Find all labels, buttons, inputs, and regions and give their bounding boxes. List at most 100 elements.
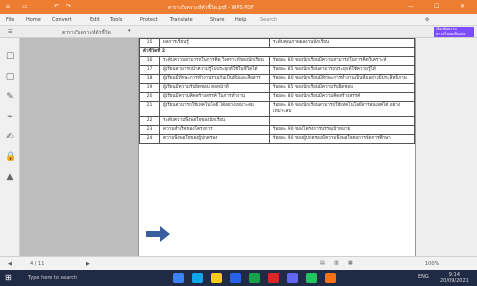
row-number: 24 — [139, 134, 160, 144]
warning-icon[interactable]: ▲ — [5, 172, 15, 182]
translate-tooltip[interactable]: เลือกข้อความ ดาวน์โหลดเพื่อแปล — [434, 27, 474, 37]
menu-edit[interactable]: Edit — [90, 17, 100, 23]
comment-icon[interactable]: ✎ — [5, 92, 15, 102]
row-desc: ระดับคุณภาพผลงานนักเรียน — [269, 38, 415, 48]
table-row: 15 ผลการเรียนรู้ ระดับคุณภาพผลงานนักเรีย… — [139, 38, 415, 48]
fit-width-icon[interactable]: ▦ — [348, 260, 353, 266]
table-row: 23 ความสำเร็จของโครงการ ร้อยละ 90 ของโครงก… — [139, 125, 415, 135]
menu-bar: File Home Convert Edit Tools Protect Tra… — [0, 14, 477, 26]
data-table: 15 ผลการเรียนรู้ ระดับคุณภาพผลงานนักเรีย… — [139, 38, 415, 144]
bookmark-icon[interactable]: ☐ — [5, 52, 15, 62]
chrome-icon[interactable] — [306, 273, 317, 283]
row-name: ผู้เรียนมีความรับผิดชอบ ต่อหน้าที่ — [159, 83, 270, 93]
menu-tools[interactable]: Tools — [110, 17, 122, 23]
next-page-icon[interactable]: ▶ — [86, 261, 90, 267]
minimize-button[interactable]: — — [408, 3, 414, 10]
document-tab[interactable]: ตารางวิเคราะห์ตัวชี้วัด — [62, 29, 111, 37]
row-name: ผู้เรียนมีทักษะการทำงานร่วมกันเป็นทีมและ… — [159, 74, 270, 84]
window-title: ตารางวิเคราะห์ตัวชี้วัด.pdf - WPS PDF — [168, 5, 254, 11]
row-desc: ร้อยละ 80 ของนักเรียนสามารถใช้เทคโนโลยีส… — [269, 101, 415, 117]
back-icon[interactable]: ↶ — [54, 3, 59, 10]
forward-icon[interactable]: ↷ — [66, 3, 71, 10]
chevron-down-icon[interactable]: ▾ — [128, 28, 131, 34]
task-view-icon[interactable] — [173, 273, 184, 283]
tab-icon[interactable]: ▭ — [22, 3, 28, 10]
language-indicator[interactable]: ENG — [418, 274, 429, 280]
table-row: 19 ผู้เรียนมีความรับผิดชอบ ต่อหน้าที่ ร้อย… — [139, 83, 415, 93]
row-number: 19 — [139, 83, 160, 93]
left-sidebar: ☐ ▢ ✎ ⌁ ✍ 🔒 ▲ — [0, 38, 20, 256]
thumbnail-icon[interactable]: ▢ — [5, 72, 15, 82]
row-name: ผู้เรียนมีความคิดสร้างสรรค์ ในการทำงาน — [159, 92, 270, 102]
title-bar: ⌂ ▭ ↶ ↷ ตารางวิเคราะห์ตัวชี้วัด.pdf - WP… — [0, 0, 477, 14]
row-name: ผู้เรียนสามารถใช้เทคโนโลยี ได้อย่างเหมาะ… — [159, 101, 270, 117]
page-indicator[interactable]: 4 / 11 — [30, 261, 44, 267]
home-icon[interactable]: ⌂ — [6, 3, 10, 10]
table-row: 16 ระดับความสามารถในการคิด วิเคราะห์ของนั… — [139, 56, 415, 66]
menu-help[interactable]: Help — [235, 17, 246, 23]
table-row: 20 ผู้เรียนมีความคิดสร้างสรรค์ ในการทำงาน… — [139, 92, 415, 102]
teams-icon[interactable] — [287, 273, 298, 283]
taskbar: ⊞ Type here to search ENG 9:14 20/09/202… — [0, 270, 477, 286]
row-name: ความสำเร็จของโครงการ — [159, 125, 270, 135]
row-name: ระดับความสามารถในการคิด วิเคราะห์ของนักเ… — [159, 56, 270, 66]
nav-icon[interactable]: ☰ — [8, 29, 12, 35]
windows-start-icon[interactable]: ⊞ — [5, 273, 12, 282]
arrow-annotation — [146, 226, 170, 242]
menu-translate[interactable]: Translate — [170, 17, 193, 23]
row-name: ผลการเรียนรู้ — [159, 38, 270, 48]
status-bar: ◀ 4 / 11 ▶ ▤ ▥ ▦ 100% — [0, 256, 477, 270]
menu-share[interactable]: Share — [210, 17, 224, 23]
signature-icon[interactable]: ✍ — [5, 132, 15, 142]
row-name: ระดับความพึงพอใจของนักเรียน — [159, 116, 270, 126]
table-row: 17 ผู้เรียนสามารถนำความรู้ไปประยุกต์ใช้ใน… — [139, 65, 415, 75]
row-number: 22 — [139, 116, 160, 126]
edge-icon[interactable] — [192, 273, 203, 283]
row-number: 21 — [139, 101, 160, 117]
powerpoint-icon[interactable] — [268, 273, 279, 283]
row-desc: ร้อยละ 80 ของนักเรียนมีทักษะการทำงานเป็น… — [269, 74, 415, 84]
wps-icon[interactable] — [325, 273, 336, 283]
clock-date: 20/09/2021 — [440, 278, 469, 284]
prev-page-icon[interactable]: ◀ — [8, 261, 12, 267]
explorer-icon[interactable] — [211, 273, 222, 283]
right-panel — [416, 38, 477, 256]
row-number: 17 — [139, 65, 160, 75]
word-icon[interactable] — [230, 273, 241, 283]
row-number: 18 — [139, 74, 160, 84]
menu-convert[interactable]: Convert — [52, 17, 72, 23]
maximize-button[interactable]: ☐ — [434, 3, 439, 10]
section-title: ตัวชี้วัดที่ 2 — [139, 47, 415, 57]
search-input[interactable]: Search — [260, 17, 277, 23]
row-number: 15 — [139, 38, 160, 48]
lock-icon[interactable]: 🔒 — [5, 152, 16, 162]
row-desc: ร้อยละ 80 ของนักเรียนมีความสามารถในการคิ… — [269, 56, 415, 66]
table-row: 18 ผู้เรียนมีทักษะการทำงานร่วมกันเป็นทีมแ… — [139, 74, 415, 84]
menu-protect[interactable]: Protect — [140, 17, 158, 23]
section-row: ตัวชี้วัดที่ 2 — [139, 47, 415, 57]
row-desc: ร้อยละ 85 ของนักเรียนสามารถประยุกต์ใช้คว… — [269, 65, 415, 75]
row-desc: ร้อยละ 85 ของนักเรียนมีความรับผิดชอบ — [269, 83, 415, 93]
attachment-icon[interactable]: ⌁ — [5, 112, 15, 122]
zoom-level[interactable]: 100% — [425, 261, 439, 267]
menu-home[interactable]: Home — [26, 17, 41, 23]
pdf-page: 15 ผลการเรียนรู้ ระดับคุณภาพผลงานนักเรีย… — [138, 38, 416, 256]
table-row: 22 ระดับความพึงพอใจของนักเรียน — [139, 116, 415, 126]
clock[interactable]: 9:14 20/09/2021 — [440, 272, 469, 284]
row-desc — [269, 116, 415, 126]
close-button[interactable]: ✕ — [460, 3, 465, 10]
menu-file[interactable]: File — [6, 17, 14, 23]
double-page-icon[interactable]: ▥ — [334, 260, 339, 266]
row-name: ผู้เรียนสามารถนำความรู้ไปประยุกต์ใช้ในชี… — [159, 65, 270, 75]
excel-icon[interactable] — [249, 273, 260, 283]
row-number: 16 — [139, 56, 160, 66]
toolbar: ☰ ตารางวิเคราะห์ตัวชี้วัด ▾ เลือกข้อความ… — [0, 26, 477, 38]
taskbar-search[interactable]: Type here to search — [28, 275, 77, 281]
row-name: ความพึงพอใจของผู้ปกครอง — [159, 134, 270, 144]
row-desc: ร้อยละ 90 ของผู้ปกครองมีความพึงพอใจต่อกา… — [269, 134, 415, 144]
table-body: 16 ระดับความสามารถในการคิด วิเคราะห์ของนั… — [139, 56, 415, 144]
settings-icon[interactable]: ⚙ — [425, 17, 429, 23]
row-desc: ร้อยละ 80 ของนักเรียนมีความคิดสร้างสรรค์ — [269, 92, 415, 102]
single-page-icon[interactable]: ▤ — [320, 260, 325, 266]
row-number: 23 — [139, 125, 160, 135]
